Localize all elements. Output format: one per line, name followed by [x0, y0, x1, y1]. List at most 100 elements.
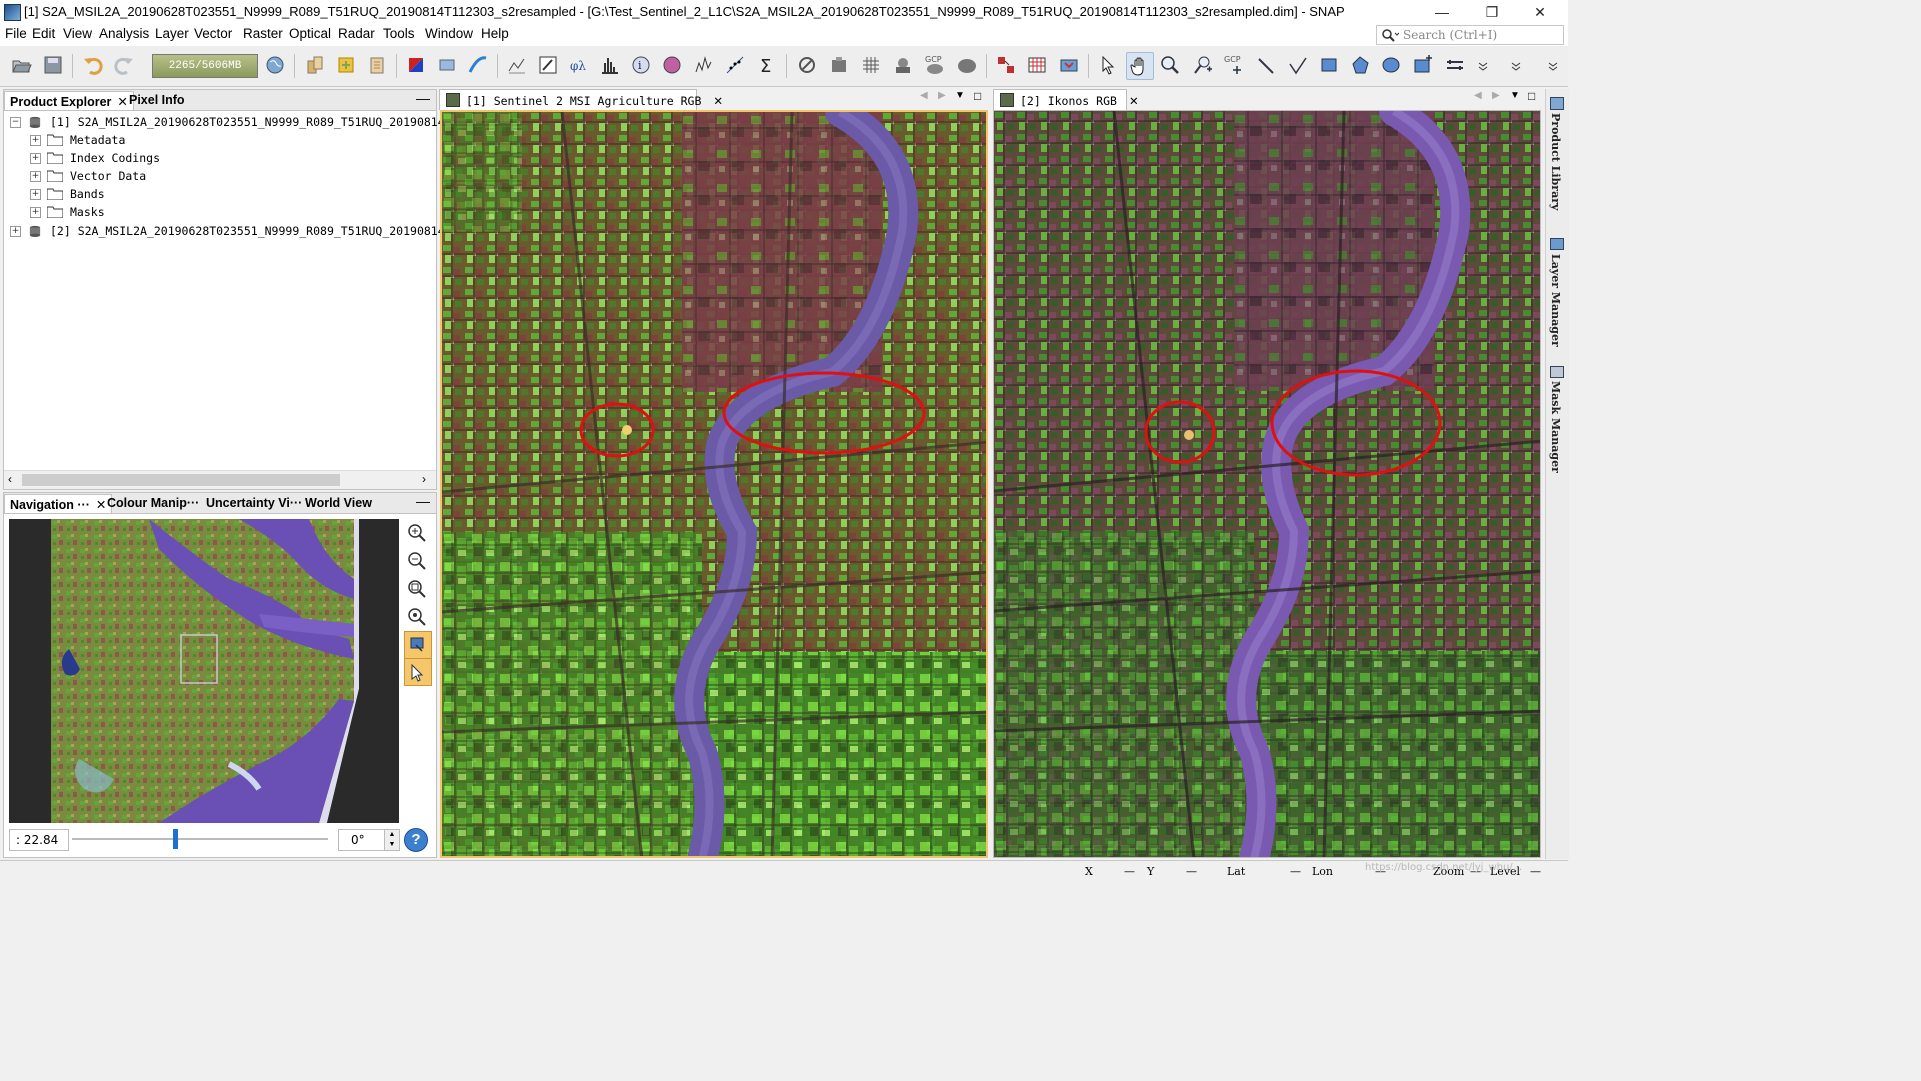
tab-product-explorer[interactable]: Product Explorer ✕	[4, 91, 134, 110]
minimize-button[interactable]: —	[1420, 2, 1464, 22]
zoom-factor-field[interactable]: : 22.84	[9, 829, 69, 851]
menu-radar[interactable]: Radar	[338, 26, 375, 41]
zoom-slider-thumb[interactable]	[173, 829, 178, 849]
scroll-left-icon[interactable]: ‹	[8, 472, 12, 486]
tree-node-bands[interactable]: + Bands	[30, 185, 105, 203]
tab-navigation[interactable]: Navigation ··· ✕	[4, 494, 113, 513]
band-maths-icon[interactable]	[333, 52, 359, 78]
tree-product-1[interactable]: − [1] S2A_MSIL2A_20190628T023551_N9999_R…	[10, 113, 486, 131]
scrollbar-thumb[interactable]	[22, 474, 340, 486]
zoom-slider-track[interactable]	[72, 838, 328, 840]
scroll-tabs-right-icon[interactable]: ▶	[938, 90, 946, 101]
colour-manipulation-icon[interactable]	[954, 52, 980, 78]
menu-view[interactable]: View	[63, 26, 92, 41]
hsv-image-icon[interactable]	[434, 52, 460, 78]
ellipse-drawing-icon[interactable]	[1378, 52, 1404, 78]
minimize-panel-icon[interactable]: —	[416, 90, 430, 106]
expand-icon[interactable]: +	[30, 170, 41, 182]
expand-icon[interactable]: +	[30, 152, 41, 164]
tab-world-view[interactable]: World View	[300, 494, 377, 513]
search-box[interactable]: Search (Ctrl+I)	[1376, 25, 1564, 45]
menu-file[interactable]: File	[5, 26, 27, 41]
profile-plot-icon[interactable]	[691, 52, 717, 78]
tree-product-2[interactable]: + [2] S2A_MSIL2A_20190628T023551_N9999_R…	[10, 222, 486, 240]
correlative-plot-icon[interactable]	[722, 52, 748, 78]
tree-node-index-codings[interactable]: + Index Codings	[30, 149, 160, 167]
sidebar-layer-manager[interactable]: Layer Manager	[1549, 254, 1562, 347]
tree-node-masks[interactable]: + Masks	[30, 203, 105, 221]
polyline-drawing-icon[interactable]	[1285, 52, 1311, 78]
ikonos-image-view[interactable]	[993, 110, 1541, 858]
line-drawing-icon[interactable]	[1253, 52, 1279, 78]
save-product-icon[interactable]	[40, 52, 66, 78]
restore-button[interactable]: ❐	[1470, 2, 1514, 22]
toolbar-overflow-icon[interactable]	[1470, 52, 1496, 78]
expand-icon[interactable]: +	[30, 188, 41, 200]
menu-analysis[interactable]: Analysis	[99, 26, 149, 41]
select-tool-icon[interactable]	[1095, 52, 1121, 78]
graticule-icon[interactable]	[858, 52, 884, 78]
tie-point-icon[interactable]	[993, 52, 1019, 78]
polygon-drawing-icon[interactable]	[1347, 52, 1373, 78]
sync-cursor-button[interactable]	[404, 658, 432, 686]
statistics-icon[interactable]	[826, 52, 852, 78]
time-series-icon[interactable]	[465, 52, 491, 78]
sidebar-mask-manager[interactable]: Mask Manager	[1549, 381, 1562, 473]
import-raster-icon[interactable]	[302, 52, 328, 78]
expand-icon[interactable]: +	[30, 206, 41, 218]
pin-tool-icon[interactable]	[1189, 52, 1215, 78]
statistics-sigma-icon[interactable]: Σ	[754, 52, 780, 78]
scroll-tabs-left-icon[interactable]: ◀	[920, 90, 928, 101]
collapse-icon[interactable]: −	[10, 116, 21, 128]
sidebar-product-library[interactable]: Product Library	[1549, 113, 1562, 210]
tab-ikonos-view[interactable]: [2] Ikonos RGB ✕	[993, 89, 1139, 110]
tab-list-icon-2[interactable]: ▼	[1510, 90, 1520, 101]
tab-uncertainty-visualisation[interactable]: Uncertainty Vi···	[201, 494, 307, 513]
gcp-manager-icon[interactable]: GCP	[922, 52, 948, 78]
tree-node-metadata[interactable]: + Metadata	[30, 131, 125, 149]
mask-area-icon[interactable]	[890, 52, 916, 78]
sentinel-image-view[interactable]	[440, 110, 988, 858]
geo-coding-icon[interactable]: φλ	[566, 52, 592, 78]
undo-icon[interactable]	[80, 52, 106, 78]
menu-tools[interactable]: Tools	[383, 26, 415, 41]
menu-raster[interactable]: Raster	[243, 26, 283, 41]
tab-colour-manipulation[interactable]: Colour Manip···	[102, 494, 204, 513]
tab-pixel-info[interactable]: Pixel Info	[124, 91, 190, 110]
close-button[interactable]: ✕	[1518, 2, 1562, 22]
pin-manager-icon[interactable]	[794, 52, 820, 78]
rotation-angle-field[interactable]: 0°	[338, 829, 386, 851]
world-map-icon[interactable]	[262, 52, 288, 78]
toolbar-overflow-icon-2[interactable]	[1503, 52, 1529, 78]
pixel-grid-icon[interactable]	[1024, 52, 1050, 78]
redo-icon[interactable]	[111, 52, 137, 78]
memory-indicator[interactable]: 2265/5606MB	[152, 54, 258, 78]
scatter-plot-icon[interactable]	[659, 52, 685, 78]
tree-node-vector-data[interactable]: + Vector Data	[30, 167, 146, 185]
range-finder-icon[interactable]	[1442, 52, 1468, 78]
sync-views-button[interactable]	[404, 631, 432, 659]
open-product-icon[interactable]	[8, 52, 34, 78]
help-icon[interactable]: ?	[404, 828, 428, 852]
minimize-panel-icon[interactable]: —	[416, 493, 430, 509]
maximize-view-icon[interactable]: □	[974, 89, 981, 103]
tab-sentinel-view[interactable]: [1] Sentinel 2 MSI Agriculture RGB ✕	[439, 89, 723, 110]
rectangle-drawing-icon[interactable]	[1316, 52, 1342, 78]
close-tab-icon[interactable]: ✕	[1129, 94, 1139, 108]
pan-tool-icon[interactable]	[1126, 52, 1154, 80]
zoom-pixel-button[interactable]	[404, 576, 430, 602]
new-vector-container-icon[interactable]	[1410, 52, 1436, 78]
menu-optical[interactable]: Optical	[289, 26, 331, 41]
menu-window[interactable]: Window	[425, 26, 473, 41]
zoom-all-button[interactable]	[404, 604, 430, 630]
expand-icon[interactable]: +	[30, 134, 41, 146]
spectrum-view-icon[interactable]	[504, 52, 530, 78]
horizontal-scrollbar[interactable]: ‹ ›	[4, 470, 436, 489]
maximize-view-icon-2[interactable]: □	[1528, 89, 1535, 103]
menu-vector[interactable]: Vector	[194, 26, 232, 41]
menu-help[interactable]: Help	[481, 26, 509, 41]
overlay-layer-icon[interactable]	[1056, 52, 1082, 78]
edit-vector-icon[interactable]	[535, 52, 561, 78]
scroll-tabs-right-icon-2[interactable]: ▶	[1492, 90, 1500, 101]
rgb-image-icon[interactable]	[403, 52, 429, 78]
